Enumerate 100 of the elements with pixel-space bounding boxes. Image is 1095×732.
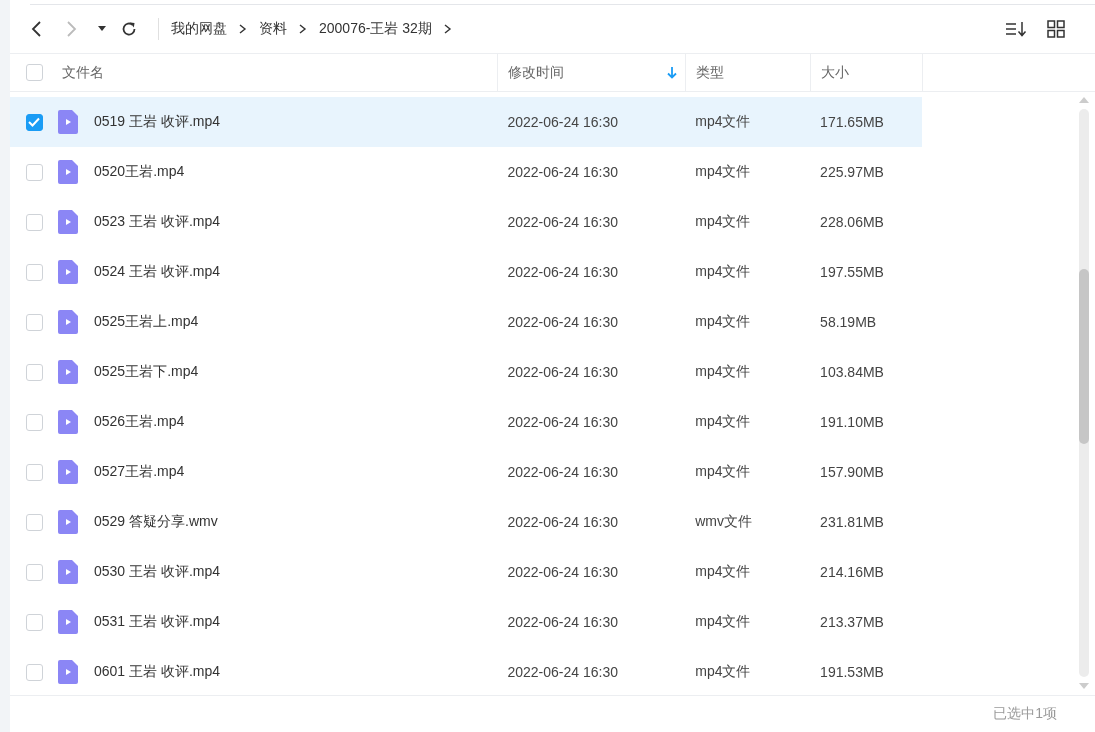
file-name: 0530 王岩 收评.mp4 [94, 563, 221, 581]
file-size: 225.97MB [820, 164, 884, 180]
file-row[interactable]: 0520王岩.mp4 2022-06-24 16:30 mp4文件 225.97MB [10, 147, 922, 197]
row-checkbox[interactable] [25, 363, 43, 381]
row-checkbox[interactable] [25, 313, 43, 331]
file-type: mp4文件 [695, 613, 751, 631]
selection-status: 已选中1项 [993, 705, 1057, 723]
video-file-icon [58, 260, 78, 284]
file-type: wmv文件 [695, 513, 753, 531]
file-name: 0527王岩.mp4 [94, 463, 185, 481]
file-row[interactable]: 0531 王岩 收评.mp4 2022-06-24 16:30 mp4文件 213.37MB [10, 597, 922, 647]
column-header[interactable]: 修改时间 [498, 54, 686, 91]
file-name: 0525王岩下.mp4 [94, 363, 199, 381]
file-type: mp4文件 [695, 113, 751, 131]
file-type: mp4文件 [695, 313, 751, 331]
file-type: mp4文件 [695, 363, 751, 381]
scroll-track[interactable] [1079, 109, 1089, 677]
file-row[interactable]: 0601 王岩 收评.mp4 2022-06-24 16:30 mp4文件 191.53MB [10, 647, 922, 697]
caret-icon [98, 26, 106, 32]
file-type: mp4文件 [695, 463, 751, 481]
video-file-icon [58, 110, 78, 134]
sort-icon [1005, 21, 1027, 37]
video-file-icon [58, 560, 78, 584]
file-size: 214.16MB [820, 564, 884, 580]
chevron-icon [299, 24, 307, 34]
video-file-icon [58, 210, 78, 234]
chevron-icon [443, 24, 452, 34]
file-name: 0529 答疑分享.wmv [94, 513, 218, 531]
modified-time: 2022-06-24 16:30 [507, 614, 618, 630]
column-header[interactable]: 类型 [686, 54, 811, 91]
file-row[interactable]: 0525王岩上.mp4 2022-06-24 16:30 mp4文件 58.19MB [10, 297, 922, 347]
modified-time: 2022-06-24 16:30 [507, 664, 618, 680]
scroll-up-icon[interactable] [1079, 97, 1089, 103]
file-size: 213.37MB [820, 614, 884, 630]
column-header[interactable]: 大小 [811, 54, 923, 91]
scroll-thumb[interactable] [1079, 269, 1089, 444]
video-file-icon [58, 510, 78, 534]
modified-time: 2022-06-24 16:30 [507, 164, 618, 180]
breadcrumb-link[interactable]: 资料 [259, 20, 287, 38]
file-row[interactable]: 0529 答疑分享.wmv 2022-06-24 16:30 wmv文件 231.81MB [10, 497, 922, 547]
column-header[interactable]: 文件名 [58, 54, 498, 91]
file-name: 0525王岩上.mp4 [94, 313, 199, 331]
scroll-down-icon[interactable] [1079, 683, 1089, 689]
grid-icon [1047, 20, 1065, 38]
breadcrumb-link[interactable]: 我的网盘 [171, 20, 227, 38]
file-type: mp4文件 [695, 663, 751, 681]
row-checkbox[interactable] [25, 113, 43, 131]
row-checkbox[interactable] [25, 463, 43, 481]
file-size: 103.84MB [820, 364, 884, 380]
video-file-icon [58, 660, 78, 684]
file-row[interactable]: 0525王岩下.mp4 2022-06-24 16:30 mp4文件 103.84MB [10, 347, 922, 397]
modified-time: 2022-06-24 16:30 [507, 464, 618, 480]
file-type: mp4文件 [695, 563, 751, 581]
modified-time: 2022-06-24 16:30 [507, 314, 618, 330]
row-checkbox[interactable] [25, 513, 43, 531]
file-type: mp4文件 [695, 413, 751, 431]
file-size: 228.06MB [820, 214, 884, 230]
file-row[interactable]: 0530 王岩 收评.mp4 2022-06-24 16:30 mp4文件 214.16MB [10, 547, 922, 597]
row-checkbox[interactable] [25, 263, 43, 281]
row-checkbox[interactable] [25, 213, 43, 231]
file-name: 0519 王岩 收评.mp4 [94, 113, 221, 131]
file-type: mp4文件 [695, 263, 751, 281]
modified-time: 2022-06-24 16:30 [507, 214, 618, 230]
file-size: 171.65MB [820, 114, 884, 130]
file-size: 197.55MB [820, 264, 884, 280]
row-checkbox[interactable] [25, 663, 43, 681]
file-row[interactable]: 0526王岩.mp4 2022-06-24 16:30 mp4文件 191.10MB [10, 397, 922, 447]
video-file-icon [58, 310, 78, 334]
row-checkbox[interactable] [25, 613, 43, 631]
modified-time: 2022-06-24 16:30 [507, 414, 618, 430]
file-type: mp4文件 [695, 213, 751, 231]
file-row[interactable]: 0527王岩.mp4 2022-06-24 16:30 mp4文件 157.90MB [10, 447, 922, 497]
video-file-icon [58, 160, 78, 184]
file-row[interactable]: 0523 王岩 收评.mp4 2022-06-24 16:30 mp4文件 228.06MB [10, 197, 922, 247]
file-size: 231.81MB [820, 514, 884, 530]
file-size: 58.19MB [820, 314, 877, 330]
file-name: 0531 王岩 收评.mp4 [94, 613, 221, 631]
file-name: 0520王岩.mp4 [94, 163, 185, 181]
file-row[interactable]: 0524 王岩 收评.mp4 2022-06-24 16:30 mp4文件 197.55MB [10, 247, 922, 297]
file-name: 0601 王岩 收评.mp4 [94, 663, 221, 681]
breadcrumb-link[interactable]: 200076-王岩 32期 [319, 20, 432, 38]
modified-time: 2022-06-24 16:30 [507, 364, 618, 380]
refresh-icon [120, 20, 138, 38]
file-type: mp4文件 [695, 163, 751, 181]
file-size: 191.53MB [820, 664, 884, 680]
file-size: 157.90MB [820, 464, 884, 480]
chevron-icon [239, 24, 247, 34]
file-name: 0526王岩.mp4 [94, 413, 185, 431]
file-size: 191.10MB [820, 414, 884, 430]
row-checkbox[interactable] [25, 163, 43, 181]
modified-time: 2022-06-24 16:30 [507, 514, 618, 530]
modified-time: 2022-06-24 16:30 [507, 114, 618, 130]
row-checkbox[interactable] [25, 413, 43, 431]
file-row[interactable]: 0519 王岩 收评.mp4 2022-06-24 16:30 mp4文件 171.65MB [10, 97, 922, 147]
video-file-icon [58, 460, 78, 484]
row-checkbox[interactable] [25, 563, 43, 581]
select-all-checkbox[interactable] [25, 64, 43, 81]
modified-time: 2022-06-24 16:30 [507, 564, 618, 580]
modified-time: 2022-06-24 16:30 [507, 264, 618, 280]
video-file-icon [58, 410, 78, 434]
